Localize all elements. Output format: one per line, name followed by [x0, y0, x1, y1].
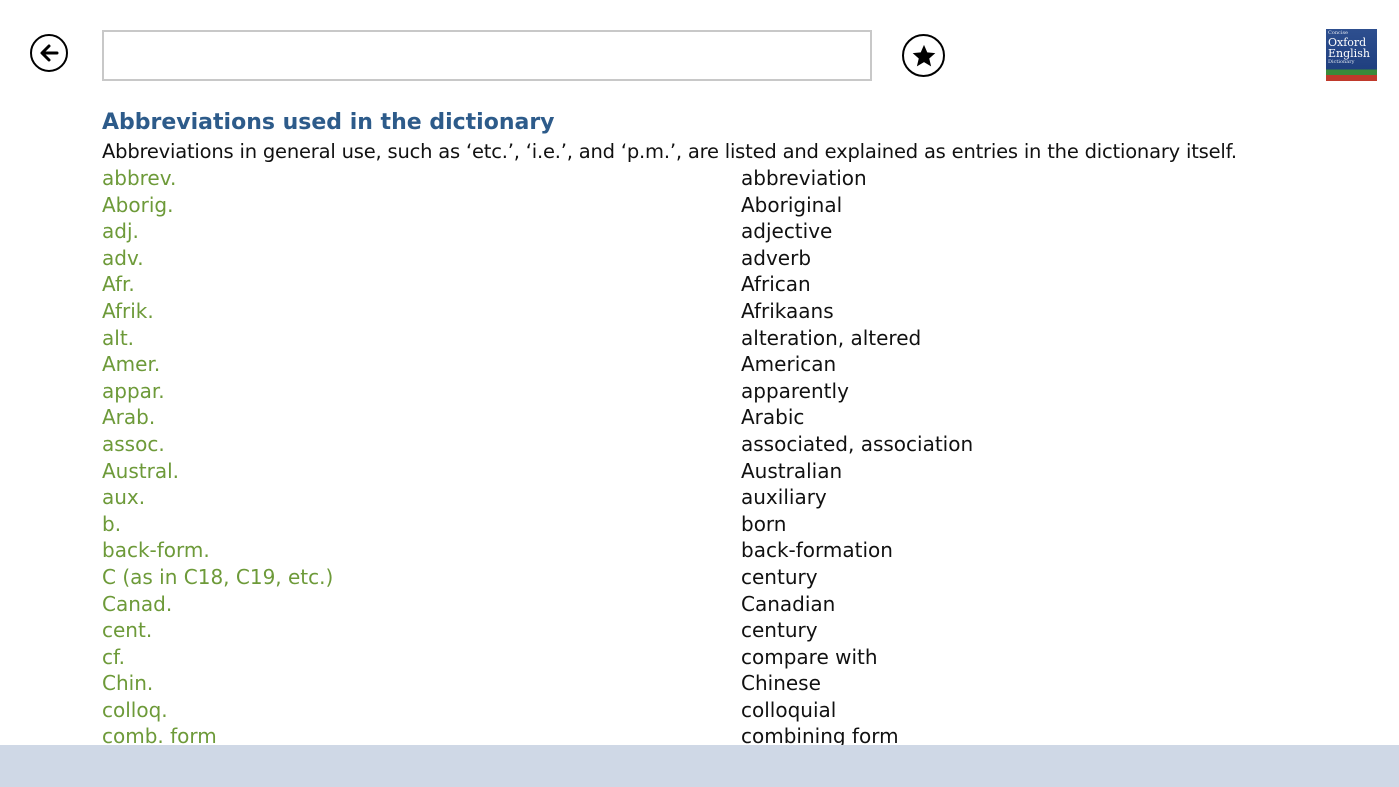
abbreviation-row: Afr. African — [102, 271, 1392, 298]
page-title: Abbreviations used in the dictionary — [102, 110, 555, 135]
search-input[interactable] — [102, 30, 872, 81]
abbreviation-meaning: Arabic — [741, 405, 805, 430]
abbreviation-row: back-form. back-formation — [102, 537, 1392, 564]
abbreviation-meaning: apparently — [741, 378, 849, 403]
abbreviation-meaning: century — [741, 564, 818, 589]
abbreviations-content: Abbreviations used in the dictionary Abb… — [102, 108, 1392, 750]
abbreviation-meaning: Australian — [741, 458, 843, 483]
abbreviation-term[interactable]: cf. — [102, 644, 741, 671]
abbreviation-row: abbrev. abbreviation — [102, 165, 1392, 192]
abbreviation-term[interactable]: Aborig. — [102, 192, 741, 219]
abbreviation-term[interactable]: aux. — [102, 484, 741, 511]
abbreviation-meaning: adjective — [741, 219, 833, 244]
abbreviation-meaning: alteration, altered — [741, 325, 922, 350]
abbreviation-meaning: compare with — [741, 644, 878, 669]
abbreviation-row: adj. adjective — [102, 218, 1392, 245]
abbreviation-term[interactable]: b. — [102, 511, 741, 538]
abbreviation-meaning: century — [741, 618, 818, 643]
abbreviation-term[interactable]: Arab. — [102, 404, 741, 431]
abbreviation-meaning: Canadian — [741, 591, 836, 616]
abbreviation-row: cent. century — [102, 617, 1392, 644]
abbreviation-meaning: associated, association — [741, 431, 974, 456]
star-icon — [912, 44, 935, 66]
abbreviation-row: b. born — [102, 511, 1392, 538]
logo-line-4: Dictionary — [1328, 59, 1355, 65]
abbreviation-row: Afrik. Afrikaans — [102, 298, 1392, 325]
abbreviation-row: appar. apparently — [102, 378, 1392, 405]
abbreviation-term[interactable]: Chin. — [102, 670, 741, 697]
intro-text: Abbreviations in general use, such as ‘e… — [102, 140, 1237, 163]
abbreviation-row: Aborig. Aboriginal — [102, 192, 1392, 219]
abbreviation-row: Amer. American — [102, 351, 1392, 378]
abbreviation-term[interactable]: Canad. — [102, 591, 741, 618]
logo-line-3: English — [1328, 47, 1370, 60]
abbreviation-row: Chin. Chinese — [102, 670, 1392, 697]
dictionary-page: Concise Oxford English Dictionary Abbrev… — [0, 0, 1399, 787]
abbreviation-term[interactable]: Afrik. — [102, 298, 741, 325]
abbreviation-term[interactable]: Amer. — [102, 351, 741, 378]
favorites-button[interactable] — [902, 34, 945, 77]
app-bar[interactable] — [0, 745, 1399, 787]
abbreviation-term[interactable]: Austral. — [102, 458, 741, 485]
abbreviation-row: Canad. Canadian — [102, 591, 1392, 618]
abbreviation-row: Austral. Australian — [102, 458, 1392, 485]
abbreviation-row: aux. auxiliary — [102, 484, 1392, 511]
abbreviation-row: cf. compare with — [102, 644, 1392, 671]
abbreviation-term[interactable]: abbrev. — [102, 165, 741, 192]
abbreviation-term[interactable]: adj. — [102, 218, 741, 245]
abbreviation-term[interactable]: alt. — [102, 325, 741, 352]
abbreviation-term[interactable]: back-form. — [102, 537, 741, 564]
abbreviation-meaning: auxiliary — [741, 485, 827, 510]
logo-line-1: Concise — [1328, 30, 1348, 36]
abbreviation-meaning: adverb — [741, 245, 812, 270]
abbreviation-meaning: Chinese — [741, 671, 821, 696]
abbreviation-meaning: back-formation — [741, 538, 893, 563]
arrow-left-icon — [40, 44, 59, 62]
abbreviation-term[interactable]: Afr. — [102, 271, 741, 298]
abbreviation-meaning: Afrikaans — [741, 298, 834, 323]
abbreviation-list: abbrev. abbreviation Aborig. Aboriginal adj.… — [102, 165, 1392, 750]
abbreviation-meaning: colloquial — [741, 697, 837, 722]
abbreviation-term[interactable]: assoc. — [102, 431, 741, 458]
abbreviation-term[interactable]: C (as in C18, C19, etc.) — [102, 564, 741, 591]
abbreviation-meaning: American — [741, 352, 837, 377]
abbreviation-meaning: African — [741, 272, 811, 297]
abbreviation-row: C (as in C18, C19, etc.) century — [102, 564, 1392, 591]
abbreviation-meaning: Aboriginal — [741, 192, 843, 217]
back-button[interactable] — [30, 34, 68, 72]
abbreviation-term[interactable]: appar. — [102, 378, 741, 405]
abbreviation-term[interactable]: colloq. — [102, 697, 741, 724]
abbreviation-row: Arab. Arabic — [102, 404, 1392, 431]
abbreviation-meaning: born — [741, 511, 787, 536]
dictionary-logo: Concise Oxford English Dictionary — [1326, 29, 1377, 81]
abbreviation-row: alt. alteration, altered — [102, 325, 1392, 352]
abbreviation-term[interactable]: cent. — [102, 617, 741, 644]
abbreviation-row: adv. adverb — [102, 245, 1392, 272]
abbreviation-row: assoc. associated, association — [102, 431, 1392, 458]
abbreviation-term[interactable]: adv. — [102, 245, 741, 272]
abbreviation-row: colloq. colloquial — [102, 697, 1392, 724]
abbreviation-meaning: abbreviation — [741, 166, 867, 190]
